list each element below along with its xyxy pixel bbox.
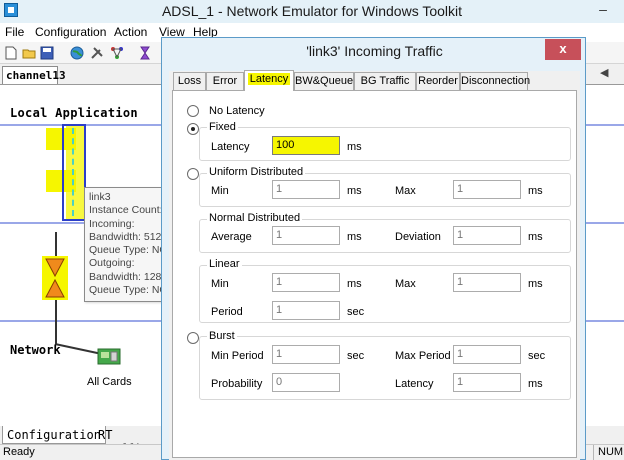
linear-min-input[interactable]: 1 [272, 273, 340, 292]
switch-icon[interactable] [42, 256, 68, 300]
fixed-group [199, 127, 571, 161]
link3-path [72, 128, 74, 216]
fixed-latency-unit: ms [347, 141, 362, 153]
uniform-group-title: Uniform Distributed [207, 166, 306, 178]
radio-uniform[interactable] [187, 168, 199, 180]
minimize-button[interactable]: – [590, 2, 616, 20]
linear-period-input[interactable]: 1 [272, 301, 340, 320]
tab-error[interactable]: Error [206, 72, 244, 90]
canvas-divider [583, 320, 624, 322]
tab-latency[interactable]: Latency [244, 70, 294, 91]
bottom-tabs: Configuration RT Traffic [0, 426, 165, 456]
fixed-latency-input[interactable]: 100 [272, 136, 340, 155]
latency-panel: No Latency Fixed Latency 100 ms Uniform … [172, 90, 577, 458]
tab-reorder[interactable]: Reorder [416, 72, 460, 90]
canvas-divider [583, 222, 624, 224]
uniform-max-unit: ms [528, 185, 543, 197]
normal-average-input[interactable]: 1 [272, 226, 340, 245]
tab-rt-traffic[interactable]: RT Traffic [94, 426, 165, 456]
no-latency-label: No Latency [209, 105, 265, 117]
burst-min-period-unit: sec [347, 350, 365, 362]
burst-max-period-label: Max Period [395, 350, 451, 362]
window-title: ADSL_1 - Network Emulator for Windows To… [161, 3, 463, 19]
wire [55, 300, 57, 322]
globe-icon[interactable] [70, 46, 84, 60]
linear-period-unit: sec [347, 306, 365, 318]
status-text: Ready [3, 446, 35, 458]
network-label: Network [10, 343, 61, 357]
channel-tab[interactable]: channel13 [2, 66, 66, 84]
uniform-min-unit: ms [347, 185, 362, 197]
burst-latency-label: Latency [395, 378, 434, 390]
normal-deviation-unit: ms [528, 231, 543, 243]
network-cards-icon[interactable] [95, 347, 123, 367]
menu-file[interactable]: File [5, 25, 24, 39]
linear-group-title: Linear [207, 258, 242, 270]
fixed-group-title: Fixed [207, 121, 238, 133]
linear-period-label: Period [211, 306, 243, 318]
burst-min-period-label: Min Period [211, 350, 264, 362]
dialog-body: Loss Error Latency BW&Queue BG Traffic R… [169, 70, 580, 460]
all-cards-label: All Cards [87, 376, 132, 388]
local-application-label: Local Application [10, 106, 138, 120]
linear-min-unit: ms [347, 278, 362, 290]
radio-no-latency[interactable] [187, 105, 199, 117]
normal-deviation-input[interactable]: 1 [453, 226, 521, 245]
save-icon[interactable] [40, 46, 54, 60]
linear-max-label: Max [395, 278, 416, 290]
radio-fixed[interactable] [187, 123, 199, 135]
normal-group-title: Normal Distributed [207, 212, 303, 224]
burst-group-title: Burst [207, 330, 237, 342]
burst-min-period-input[interactable]: 1 [272, 345, 340, 364]
uniform-min-label: Min [211, 185, 229, 197]
tools-icon[interactable] [90, 46, 104, 60]
linear-min-label: Min [211, 278, 229, 290]
incoming-traffic-dialog: 'link3' Incoming Traffic x Loss Error La… [161, 37, 586, 460]
radio-burst[interactable] [187, 332, 199, 344]
uniform-min-input[interactable]: 1 [272, 180, 340, 199]
tab-bw-queue[interactable]: BW&Queue [294, 72, 354, 90]
burst-latency-input[interactable]: 1 [453, 373, 521, 392]
tab-latency-label: Latency [247, 73, 291, 85]
num-lock-indicator: NUM [593, 445, 624, 460]
hourglass-icon[interactable] [138, 46, 152, 60]
uniform-max-label: Max [395, 185, 416, 197]
uniform-max-input[interactable]: 1 [453, 180, 521, 199]
tab-bg-traffic[interactable]: BG Traffic [354, 72, 416, 90]
linear-max-unit: ms [528, 278, 543, 290]
dialog-title[interactable]: 'link3' Incoming Traffic [162, 43, 587, 59]
tab-disconnection[interactable]: Disconnection [460, 72, 530, 90]
canvas-divider [583, 124, 624, 126]
burst-probability-input[interactable]: 0 [272, 373, 340, 392]
network-icon[interactable] [110, 46, 124, 60]
fixed-latency-label: Latency [211, 141, 250, 153]
burst-max-period-input[interactable]: 1 [453, 345, 521, 364]
burst-probability-label: Probability [211, 378, 263, 390]
normal-deviation-label: Deviation [395, 231, 441, 243]
menu-action[interactable]: Action [114, 25, 147, 39]
wire [55, 322, 57, 344]
burst-max-period-unit: sec [528, 350, 546, 362]
main-titlebar[interactable]: ADSL_1 - Network Emulator for Windows To… [0, 0, 624, 23]
new-file-icon[interactable] [4, 46, 18, 60]
normal-average-unit: ms [347, 231, 362, 243]
wire [55, 232, 57, 256]
linear-max-input[interactable]: 1 [453, 273, 521, 292]
canvas-divider [0, 320, 165, 322]
open-folder-icon[interactable] [22, 46, 36, 60]
tab-configuration[interactable]: Configuration [2, 426, 106, 444]
link3-node[interactable] [62, 124, 86, 221]
normal-average-label: Average [211, 231, 252, 243]
burst-latency-unit: ms [528, 378, 543, 390]
dialog-close-button[interactable]: x [545, 39, 581, 60]
tab-loss[interactable]: Loss [173, 72, 206, 90]
tab-scroll-left-icon[interactable]: ◀ [600, 66, 608, 79]
topology-canvas-right [583, 84, 624, 426]
menu-configuration[interactable]: Configuration [35, 25, 106, 39]
